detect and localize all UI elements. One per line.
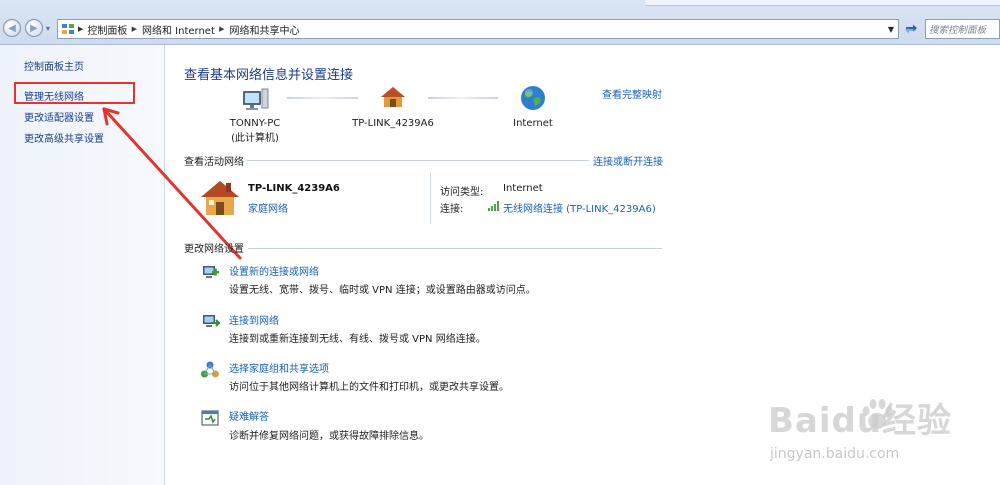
search-placeholder: 搜索控制面板 <box>929 25 987 36</box>
section-divider <box>247 160 589 161</box>
connect-disconnect-link[interactable]: 连接或断开连接 <box>593 153 663 168</box>
breadcrumb-network-sharing-center[interactable]: 网络和共享中心 <box>230 20 300 38</box>
access-type-label: 访问类型: <box>440 187 484 198</box>
page-title: 查看基本网络信息并设置连接 <box>184 68 354 83</box>
connect-network-icon <box>200 311 222 331</box>
connection-label: 连接: <box>440 204 464 215</box>
address-toolbar: ◀ ▶ ▾ ▶ 控制面板 ▶ 网络和 Internet ▶ 网络和共享中心 ▼ <box>0 0 1000 45</box>
search-input[interactable]: 搜索控制面板 <box>925 19 1000 39</box>
network-node-name: TONNY-PC <box>229 118 281 129</box>
breadcrumb-chevron-icon[interactable]: ▶ <box>217 25 224 33</box>
sidebar-item-advanced-sharing[interactable]: 更改高级共享设置 <box>24 130 104 145</box>
task-troubleshoot-link[interactable]: 疑难解答 <box>229 408 269 423</box>
new-connection-icon <box>200 262 220 282</box>
task-homegroup-sharing-link[interactable]: 选择家庭组和共享选项 <box>229 360 329 375</box>
globe-icon <box>521 86 545 110</box>
task-description: 设置无线、宽带、拨号、临时或 VPN 连接；或设置路由器或访问点。 <box>229 285 536 296</box>
sidebar-item-adapter-settings[interactable]: 更改适配器设置 <box>24 109 94 124</box>
home-network-icon <box>381 87 405 107</box>
wireless-connection-link[interactable]: 无线网络连接 (TP-LINK_4239A6) <box>503 200 656 215</box>
network-link-line <box>428 97 498 99</box>
annotation-highlight-box <box>14 82 135 104</box>
task-new-connection-link[interactable]: 设置新的连接或网络 <box>229 263 319 278</box>
task-description: 访问位于其他网络计算机上的文件和打印机，或更改共享设置。 <box>229 382 509 393</box>
section-divider <box>248 248 662 249</box>
change-settings-header: 更改网络设置 <box>184 244 244 255</box>
network-node-subtitle: (此计算机) <box>231 133 279 144</box>
breadcrumb-control-panel[interactable]: 控制面板 ▶ <box>87 20 142 38</box>
address-dropdown-icon[interactable]: ▼ <box>884 20 898 38</box>
breadcrumb-network-internet[interactable]: 网络和 Internet ▶ <box>142 20 230 38</box>
breadcrumb-chevron-icon[interactable]: ▶ <box>129 25 137 33</box>
network-node-name: TP-LINK_4239A6 <box>352 118 434 129</box>
forward-button[interactable]: ▶ <box>25 19 43 37</box>
refresh-icon[interactable] <box>902 20 920 38</box>
network-map-internet[interactable]: Internet <box>503 84 563 129</box>
homegroup-icon <box>200 360 220 380</box>
network-map-computer[interactable]: TONNY-PC (此计算机) <box>215 84 295 144</box>
breadcrumb-label: 控制面板 <box>87 25 128 37</box>
address-bar[interactable]: ▶ 控制面板 ▶ 网络和 Internet ▶ 网络和共享中心 ▼ <box>57 19 899 39</box>
task-description: 诊断并修复网络问题，或获得故障排除信息。 <box>229 431 429 442</box>
task-connect-network-link[interactable]: 连接到网络 <box>229 312 279 327</box>
breadcrumb-label: 网络和共享中心 <box>229 25 300 37</box>
network-node-name: Internet <box>513 118 553 129</box>
watermark-title: Baidu经验 <box>768 401 953 441</box>
wifi-signal-icon <box>488 200 501 211</box>
active-networks-header: 查看活动网络 <box>184 157 244 168</box>
recent-pages-dropdown-icon[interactable]: ▾ <box>46 24 50 33</box>
back-button[interactable]: ◀ <box>3 19 21 37</box>
vertical-divider <box>430 172 431 224</box>
troubleshoot-icon <box>200 408 220 428</box>
task-description: 连接到或重新连接到无线、有线、拨号或 VPN 网络连接。 <box>229 334 486 345</box>
control-panel-icon <box>58 20 78 38</box>
watermark-url: jingyan.baidu.com <box>770 446 900 462</box>
view-full-map-link[interactable]: 查看完整映射 <box>602 86 662 101</box>
breadcrumb-label: 网络和 Internet <box>142 25 215 37</box>
sidebar-item-control-panel-home[interactable]: 控制面板主页 <box>24 58 84 73</box>
breadcrumb-root-chevron-icon[interactable]: ▶ <box>78 20 83 38</box>
network-map-router[interactable]: TP-LINK_4239A6 <box>347 84 439 129</box>
network-type-link[interactable]: 家庭网络 <box>248 200 288 215</box>
window-top-strip <box>645 0 1000 6</box>
home-network-icon <box>198 178 242 218</box>
active-network-name: TP-LINK_4239A6 <box>248 183 340 194</box>
computer-icon <box>243 88 269 110</box>
access-type-value: Internet <box>503 183 543 194</box>
